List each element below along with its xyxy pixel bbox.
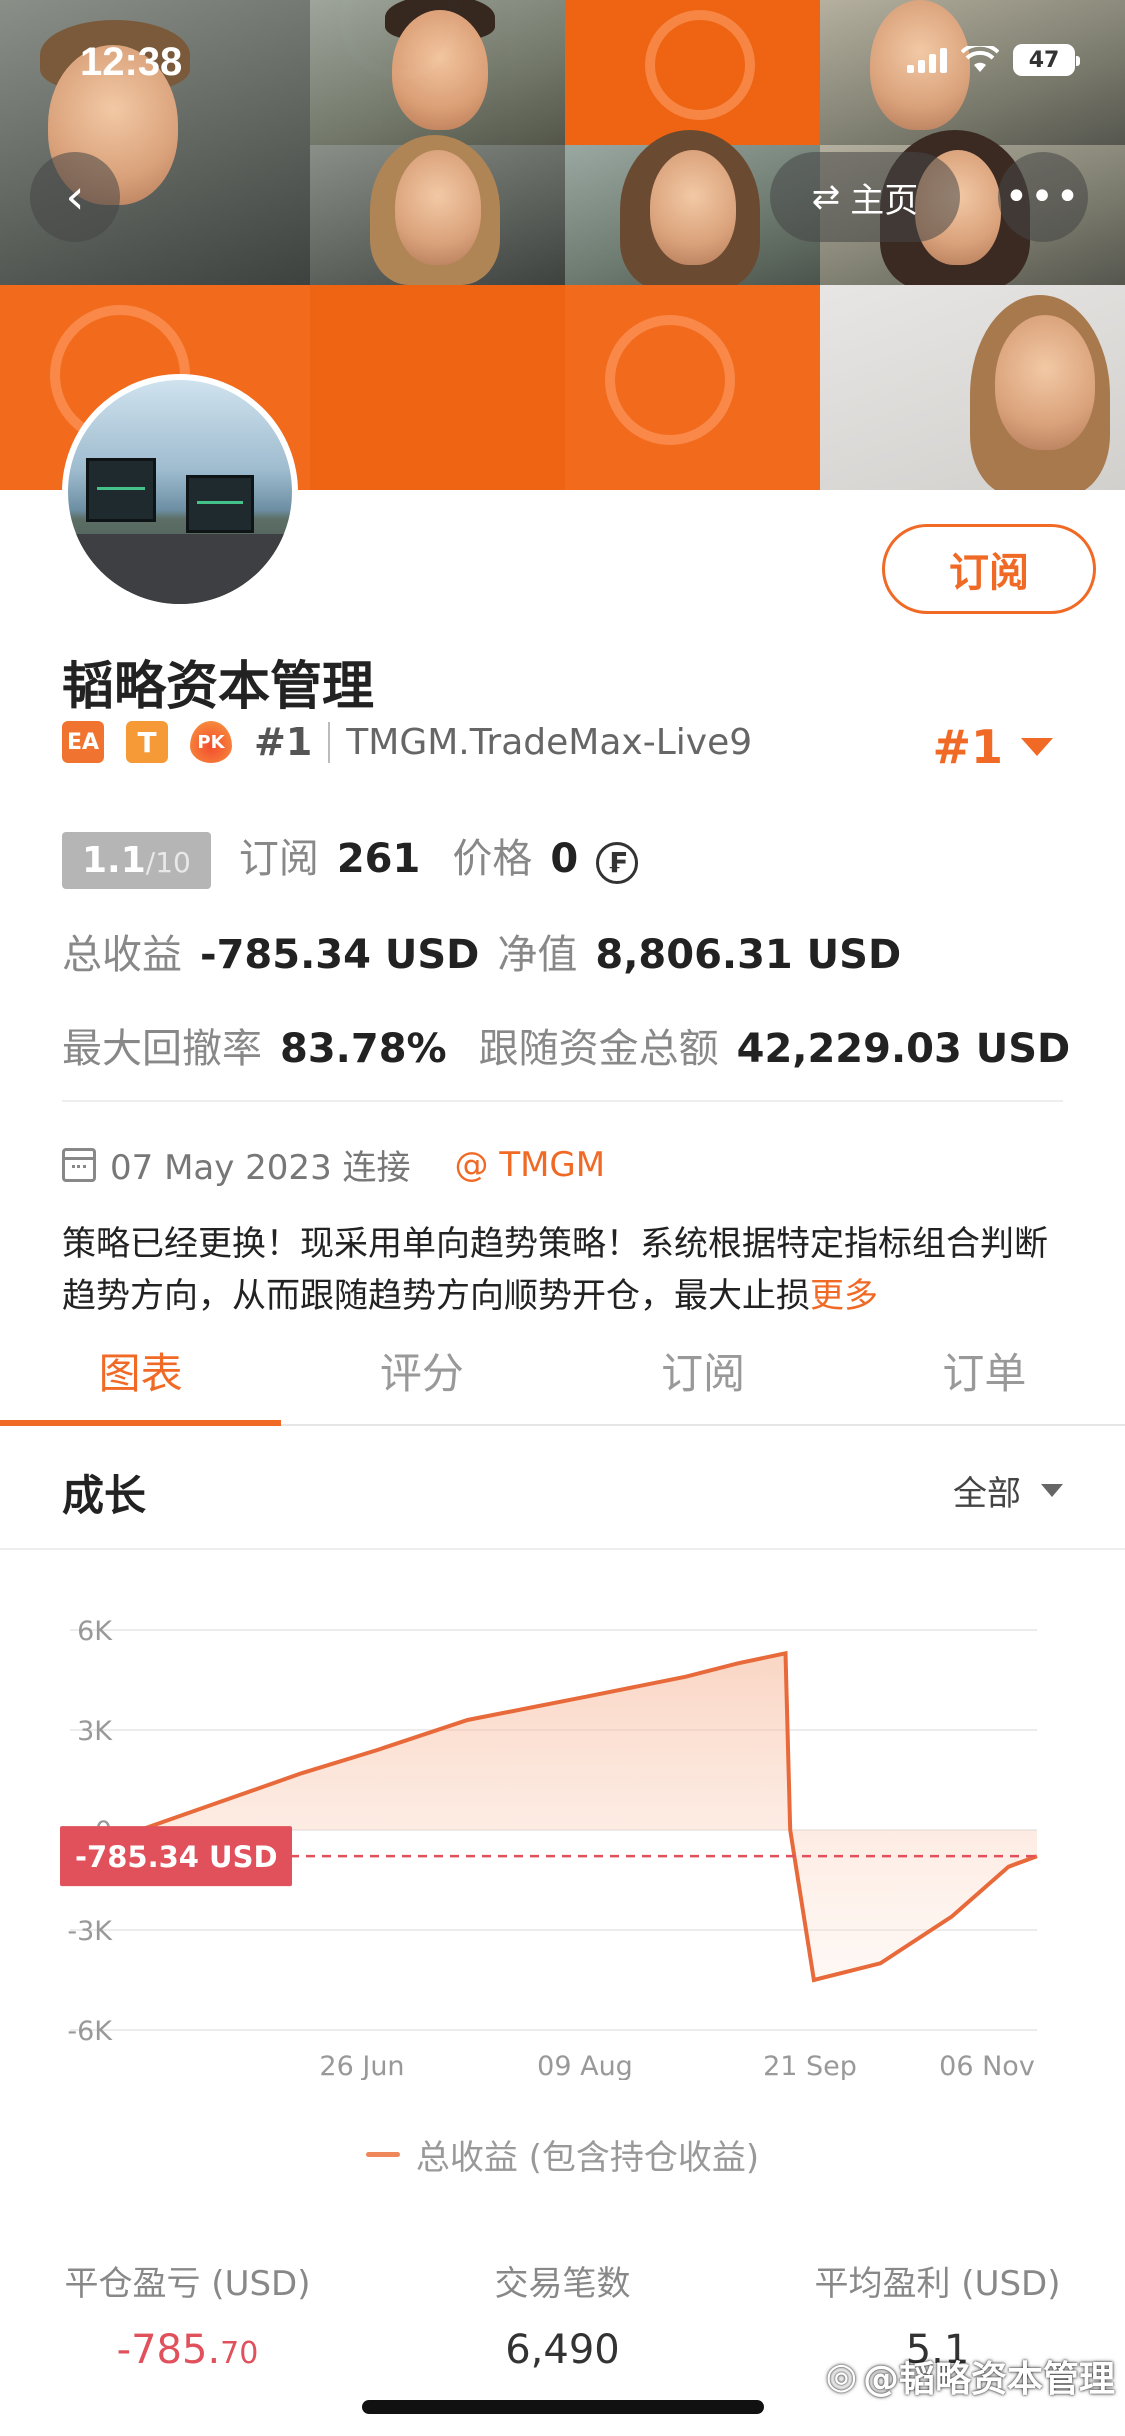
status-time: 12:38 [80,40,183,84]
subscribers-count: 261 [336,836,421,882]
trade-count-label: 交易笔数 [494,2264,631,2304]
calendar-icon [62,1147,96,1182]
legend-swatch [365,2152,400,2157]
total-profit-label: 总收益 [62,932,182,978]
y-tick-label: -6K [67,2016,113,2047]
avg-profit-label: 平均盈利 (USD) [814,2264,1061,2304]
tab-bar: 图表 评分 订阅 订单 [0,1322,1125,1426]
tab-subscriptions[interactable]: 订阅 [563,1322,844,1424]
more-options-button[interactable]: ••• [998,152,1088,242]
score-row: 1.1/10 订阅 261 价格 0 ₣ [62,826,639,889]
swap-icon: ⇄ [811,177,841,217]
connected-date: 07 May 2023 连接 [110,1148,411,1188]
trade-count-stat: 交易笔数 6,490 [375,2256,750,2373]
price-value: 0 [550,836,579,882]
battery-icon: 47 [1013,44,1080,76]
closed-pnl-stat: 平仓盈亏 (USD) -785.70 [0,2256,375,2373]
x-tick-label: 06 Nov [939,2051,1035,2080]
total-profit-value: -785.34 USD [200,932,480,978]
caret-down-icon [1021,738,1053,756]
more-link[interactable]: 更多 [810,1276,878,1316]
score-badge: 1.1/10 [62,832,211,889]
x-tick-label: 26 Jun [319,2051,404,2080]
price-label: 价格 [452,836,533,882]
chevron-left-icon: ‹ [65,169,85,225]
subscribe-button[interactable]: 订阅 [882,524,1096,614]
range-filter-label: 全部 [953,1474,1021,1514]
growth-chart[interactable]: 6K3K0-3K-6K 26 Jun09 Aug21 Sep06 Nov -78… [0,1580,1125,2080]
description-text: 策略已经更换！现采用单向趋势策略！系统根据特定指标组合判断趋势方向，从而跟随趋势… [62,1224,1048,1316]
more-dots-icon: ••• [1004,174,1082,220]
equity-label: 净值 [497,932,578,978]
divider [62,1100,1063,1102]
max-drawdown-value: 83.78% [280,1026,447,1072]
drawdown-row: 最大回撤率 83.78% 跟随资金总额 42,229.03 USD [62,1016,1070,1074]
badge-row: EA T PK #1 TMGM.TradeMax-Live9 [62,720,752,764]
closed-pnl-main: -785. [116,2327,221,2373]
rank-dropdown[interactable]: #1 [932,720,1053,774]
caret-down-icon [1041,1484,1063,1497]
weibo-icon: ◎ [825,2355,857,2397]
closed-pnl-decimals: 70 [220,2336,259,2371]
broker-link[interactable]: @ TMGM [455,1145,606,1185]
status-indicators: 47 [907,44,1080,76]
current-value-label: -785.34 USD [75,1840,278,1874]
home-label: 主页 [850,180,919,221]
avatar[interactable] [62,374,298,610]
closed-pnl-value: -785.70 [0,2327,375,2373]
x-tick-label: 09 Aug [537,2051,633,2080]
score-value: 1.1 [82,840,146,881]
range-filter-dropdown[interactable]: 全部 [953,1466,1063,1515]
tab-rating[interactable]: 评分 [281,1322,562,1424]
section-title: 成长 [62,1471,147,1520]
back-button[interactable]: ‹ [30,152,120,242]
home-indicator[interactable] [362,2400,764,2414]
profit-row: 总收益 -785.34 USD 净值 8,806.31 USD [62,922,901,980]
trade-count-value: 6,490 [505,2327,620,2373]
tab-chart[interactable]: 图表 [0,1322,282,1426]
rank-label: #1 [254,720,313,764]
closed-pnl-label: 平仓盈亏 (USD) [64,2264,311,2304]
chart-legend[interactable]: 总收益 (包含持仓收益) [0,2130,1125,2179]
strategy-description: 策略已经更换！现采用单向趋势策略！系统根据特定指标组合判断趋势方向，从而跟随趋势… [62,1218,1072,1322]
tab-orders[interactable]: 订单 [844,1322,1125,1424]
broker-server: TMGM.TradeMax-Live9 [328,721,752,763]
legend-label: 总收益 (包含持仓收益) [415,2138,760,2178]
y-tick-label: 6K [77,1616,113,1647]
connection-info: 07 May 2023 连接 @ TMGM [62,1140,605,1189]
rank-value: #1 [932,720,1003,774]
y-tick-label: -3K [67,1916,113,1947]
equity-value: 8,806.31 USD [595,932,902,978]
page-title: 韬略资本管理 [62,657,375,717]
ea-badge-icon: EA [62,721,104,763]
max-drawdown-label: 最大回撤率 [62,1026,262,1072]
subscribers-label: 订阅 [238,836,319,882]
score-max: /10 [145,846,191,879]
growth-section-header: 成长 全部 [0,1426,1125,1550]
pk-badge-icon: PK [190,721,232,763]
currency-coin-icon: ₣ [596,841,639,884]
x-tick-label: 21 Sep [763,2051,857,2080]
cellular-signal-icon [907,47,947,73]
home-button[interactable]: ⇄ 主页 [770,152,960,242]
follow-funds-label: 跟随资金总额 [478,1026,719,1072]
watermark: ◎ @韬略资本管理 [826,2350,1115,2402]
y-tick-label: 3K [77,1716,113,1747]
follow-funds-value: 42,229.03 USD [736,1026,1071,1072]
t-badge-icon: T [126,721,168,763]
watermark-text: @韬略资本管理 [862,2359,1115,2400]
wifi-icon [961,46,999,72]
